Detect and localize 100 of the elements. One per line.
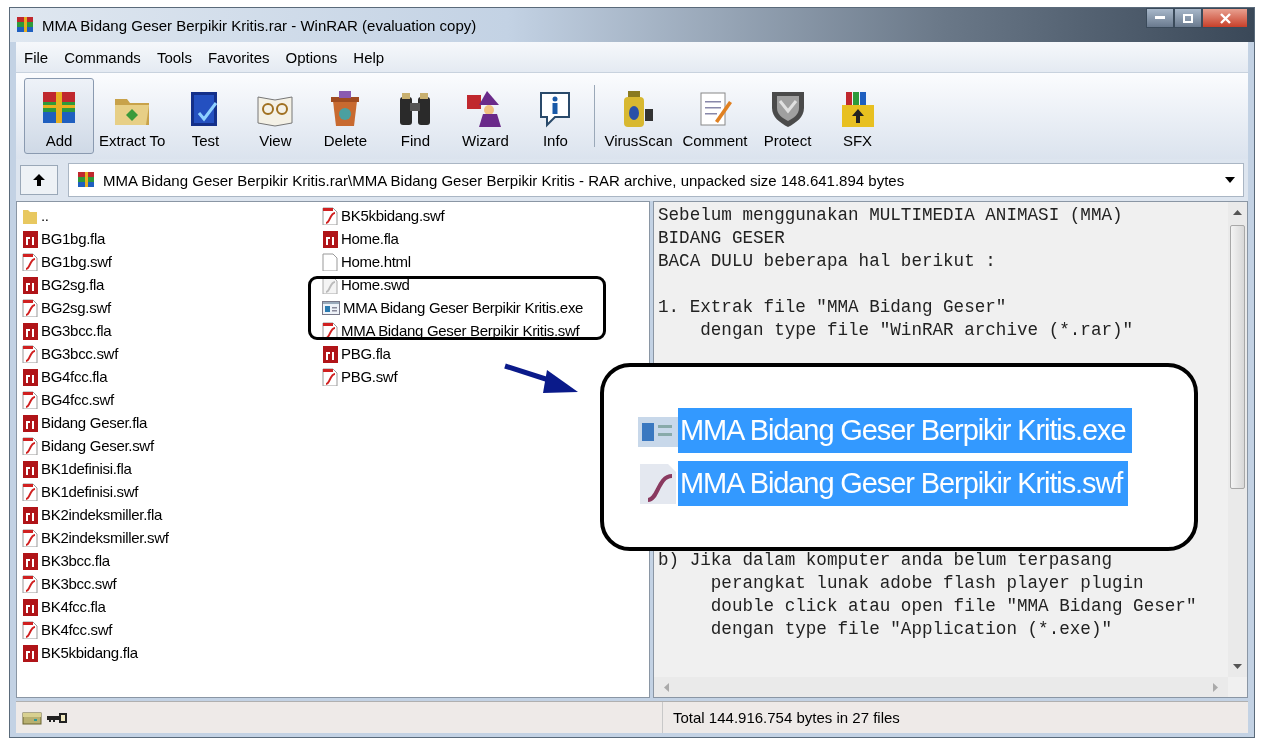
archive-entry[interactable]: BG2sg.swf — [22, 296, 111, 319]
toolbar-button[interactable]: Protect — [752, 78, 823, 154]
flash-file-icon — [322, 206, 338, 225]
menu-item[interactable]: Tools — [148, 48, 200, 66]
vertical-scrollbar[interactable] — [1228, 202, 1247, 677]
archive-entry[interactable]: Home.swd — [322, 273, 410, 296]
flash-file-icon — [22, 482, 38, 501]
toolbar-button[interactable]: Extract To — [94, 78, 171, 154]
menu-item[interactable]: Commands — [56, 48, 149, 66]
scroll-up-icon — [1233, 210, 1242, 215]
books-icon — [16, 16, 34, 34]
flash-file-icon — [22, 528, 38, 547]
archive-entry[interactable]: BK3bcc.fla — [22, 549, 110, 572]
comment-line: double click atau open file "MMA Bidang Geser" — [709, 595, 1197, 618]
toolbar-button[interactable]: SFX — [822, 78, 893, 154]
archive-entry[interactable]: BK5kbidang.fla — [22, 641, 138, 664]
toolbar-button[interactable]: Info — [520, 78, 591, 154]
comment-line: dengan type file "WinRAR archive (*.rar)" — [699, 319, 1134, 342]
flash-file-icon — [22, 252, 38, 271]
comment-line: BACA DULU beberapa hal berikut : — [658, 250, 996, 273]
toolbar-button[interactable]: Test — [170, 78, 241, 154]
toolbar-button[interactable]: Delete — [310, 78, 381, 154]
enlarged-file-name: MMA Bidang Geser Berpikir Kritis.exe — [678, 408, 1132, 453]
close-icon — [1219, 12, 1231, 24]
scroll-down-icon — [1233, 664, 1242, 669]
toolbar-button[interactable]: Wizard — [450, 78, 521, 154]
archive-entry[interactable]: BG3bcc.fla — [22, 319, 112, 342]
comment-line: dengan type file "Application (*.exe)" — [709, 618, 1112, 641]
path-combobox[interactable]: MMA Bidang Geser Berpikir Kritis.rar\MMA Bidang Geser Berpikir Kritis - RAR archive, unpacked size 148.641.894 bytes — [68, 163, 1244, 197]
archive-entry[interactable]: Bidang Geser.fla — [22, 411, 148, 434]
file-type-icon — [322, 344, 338, 363]
menu-item[interactable]: Help — [345, 48, 393, 66]
status-text: Total 144.916.754 bytes in 27 files — [672, 709, 900, 726]
flash-file-icon — [22, 620, 38, 639]
archive-entry[interactable]: BK3bcc.swf — [22, 572, 117, 595]
file-type-icon — [22, 275, 38, 294]
file-type-icon — [22, 551, 38, 570]
comment-line: perangkat lunak adobe flash player plugin — [709, 572, 1144, 595]
archive-entry[interactable]: MMA Bidang Geser Berpikir Kritis.exe — [322, 296, 584, 319]
comment-line: b) Jika dalam komputer anda belum terpasang — [658, 549, 1112, 572]
flash-file-icon — [322, 367, 338, 386]
archive-entry[interactable]: BG2sg.fla — [22, 273, 105, 296]
menu-item[interactable]: Favorites — [199, 48, 278, 66]
archive-entry[interactable]: BK5kbidang.swf — [322, 204, 445, 227]
flash-file-icon — [22, 574, 38, 593]
archive-entry[interactable]: Bidang Geser.swf — [22, 434, 154, 457]
toolbar-button[interactable]: VirusScan — [599, 78, 678, 154]
horizontal-scrollbar[interactable] — [654, 677, 1228, 697]
toolbar-button[interactable]: View — [240, 78, 311, 154]
archive-entry[interactable]: PBG.fla — [322, 342, 391, 365]
archive-entry[interactable]: BG3bcc.swf — [22, 342, 119, 365]
minimize-icon — [1155, 16, 1165, 20]
archive-entry[interactable]: PBG.swf — [322, 365, 398, 388]
window-title: MMA Bidang Geser Berpikir Kritis.rar - WinRAR (evaluation copy) — [42, 16, 477, 34]
menu-item[interactable]: File — [16, 48, 57, 66]
drive-icon — [22, 710, 42, 725]
archive-entry[interactable]: BG4fcc.swf — [22, 388, 114, 411]
flash-file-icon — [638, 461, 678, 506]
file-type-icon — [22, 505, 38, 524]
comment-line: 1. Extrak file "MMA Bidang Geser" — [658, 296, 1007, 319]
flash-file-icon — [22, 344, 38, 363]
file-type-icon — [322, 229, 338, 248]
dropdown-caret-icon — [1225, 177, 1235, 183]
toolbar-button[interactable]: Find — [380, 78, 451, 154]
comment-line: Sebelum menggunakan MULTIMEDIA ANIMASI (MMA) — [658, 204, 1123, 227]
flash-file-icon — [22, 390, 38, 409]
archive-entry[interactable]: Home.fla — [322, 227, 399, 250]
archive-entry[interactable]: BG4fcc.fla — [22, 365, 108, 388]
archive-entry[interactable]: BG1bg.fla — [22, 227, 105, 250]
minimize-button[interactable] — [1146, 8, 1174, 28]
archive-entry[interactable]: BK1definisi.fla — [22, 457, 132, 480]
archive-entry[interactable]: BK2indeksmiller.swf — [22, 526, 169, 549]
key-icon — [46, 711, 68, 724]
up-folder-button[interactable] — [20, 165, 58, 195]
archive-entry[interactable]: MMA Bidang Geser Berpikir Kritis.swf — [322, 319, 580, 342]
books-icon — [77, 171, 95, 189]
archive-entry[interactable]: Home.html — [322, 250, 411, 273]
flash-file-icon — [22, 436, 38, 455]
archive-entry[interactable]: BK2indeksmiller.fla — [22, 503, 163, 526]
archive-entry[interactable]: BK1definisi.swf — [22, 480, 139, 503]
menu-item[interactable]: Options — [277, 48, 346, 66]
maximize-button[interactable] — [1174, 8, 1202, 28]
file-type-icon — [22, 321, 38, 340]
scroll-right-icon — [1213, 682, 1218, 692]
toolbar-button[interactable]: Comment — [677, 78, 753, 154]
file-type-icon — [22, 597, 38, 616]
maximize-icon — [1183, 13, 1193, 23]
toolbar-button[interactable]: Add — [24, 78, 94, 154]
scroll-left-icon — [664, 682, 669, 692]
close-button[interactable] — [1202, 8, 1248, 28]
archive-entry[interactable]: .. — [22, 204, 49, 227]
scroll-thumb[interactable] — [1230, 225, 1245, 489]
file-type-icon — [22, 643, 38, 662]
file-type-icon — [22, 413, 38, 432]
file-type-icon — [22, 229, 38, 248]
archive-entry[interactable]: BG1bg.swf — [22, 250, 112, 273]
archive-entry[interactable]: BK4fcc.fla — [22, 595, 106, 618]
archive-entry[interactable]: BK4fcc.swf — [22, 618, 113, 641]
up-arrow-icon — [32, 173, 46, 187]
comment-line: BIDANG GESER — [658, 227, 785, 250]
